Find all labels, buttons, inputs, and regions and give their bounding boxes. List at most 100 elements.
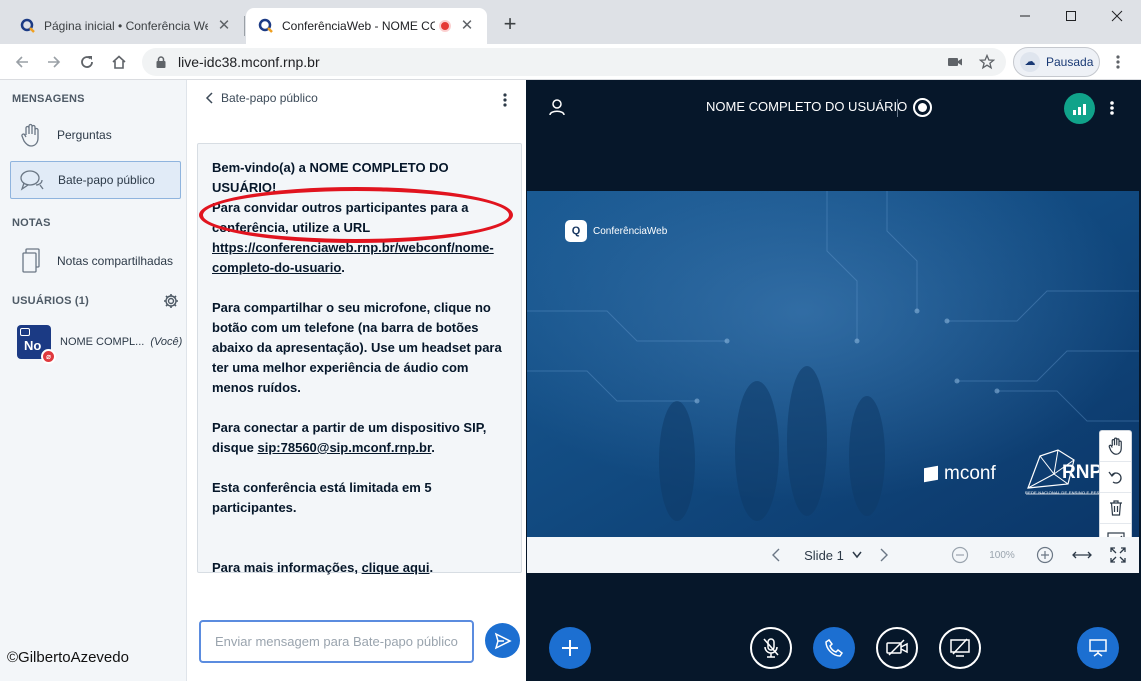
browser-menu-button[interactable] xyxy=(1106,50,1130,74)
minimize-button[interactable] xyxy=(1002,0,1048,32)
reload-button[interactable] xyxy=(75,50,99,74)
tab-title: ConferênciaWeb - NOME CO xyxy=(282,19,435,33)
meeting-options-button[interactable] xyxy=(1104,97,1120,119)
lock-icon xyxy=(156,56,166,68)
mconf-logo: mconf xyxy=(924,463,996,485)
conferencia-web-logo: Q ConferênciaWeb xyxy=(565,220,667,242)
mconf-logo-text: mconf xyxy=(944,463,996,484)
user-icon xyxy=(549,99,565,116)
chat-header[interactable]: Bate-papo público xyxy=(203,91,318,105)
recording-indicator-icon xyxy=(439,20,451,32)
next-slide-button[interactable] xyxy=(875,545,893,565)
welcome-invite-text: Para convidar outros participantes para … xyxy=(212,200,469,235)
zoom-out-button[interactable] xyxy=(950,545,970,565)
back-button[interactable] xyxy=(10,50,34,74)
users-section-title: USUÁRIOS (1) xyxy=(12,295,89,307)
tab-conference[interactable]: ConferênciaWeb - NOME CO ✕ xyxy=(246,8,487,44)
forward-button[interactable] xyxy=(42,50,66,74)
conference-url-link[interactable]: https://conferenciaweb.rnp.br/webconf/no… xyxy=(212,240,494,275)
minimize-icon xyxy=(1020,15,1030,17)
sidebar-item-shared-notes[interactable]: Notas compartilhadas xyxy=(10,242,181,280)
camera-in-use-icon[interactable] xyxy=(943,50,967,74)
presentation-toggle-button[interactable] xyxy=(1077,627,1119,669)
video-camera-icon xyxy=(948,58,962,66)
record-button[interactable] xyxy=(913,98,932,117)
document-icon xyxy=(18,248,44,274)
signal-bar xyxy=(1073,110,1076,115)
chat-message-input[interactable] xyxy=(199,620,474,663)
fullscreen-button[interactable] xyxy=(1108,545,1128,565)
arrow-left-icon xyxy=(15,56,28,68)
presentation-icon xyxy=(1089,639,1107,657)
maximize-icon xyxy=(1066,11,1076,21)
fit-to-width-button[interactable] xyxy=(1071,545,1093,565)
public-chat-panel: Bate-papo público Bem-vindo(a) a NOME CO… xyxy=(187,80,526,681)
tab-home[interactable]: Página inicial • Conferência Web ✕ xyxy=(8,8,244,44)
chevron-left-icon xyxy=(205,92,213,104)
chat-title: Bate-papo público xyxy=(221,91,318,105)
rnp-logo-text: RNP xyxy=(1062,462,1103,483)
sip-address-link[interactable]: sip:78560@sip.mconf.rnp.br xyxy=(258,440,432,455)
gear-icon[interactable] xyxy=(163,293,179,309)
zoom-in-button[interactable] xyxy=(1035,545,1055,565)
browser-tab-strip: Página inicial • Conferência Web ✕ Confe… xyxy=(0,0,1141,44)
star-icon xyxy=(979,54,995,70)
microphone-muted-icon xyxy=(763,638,779,658)
actions-menu-button[interactable] xyxy=(549,627,591,669)
zoom-level: 100% xyxy=(984,545,1020,565)
zoom-value: 100% xyxy=(989,549,1015,561)
signal-bar xyxy=(1083,104,1086,115)
connection-status-button[interactable] xyxy=(1064,93,1095,124)
record-icon xyxy=(918,103,927,112)
more-vertical-icon xyxy=(1110,101,1114,115)
close-icon xyxy=(1111,10,1123,22)
chevron-right-icon xyxy=(880,548,888,562)
participant-limit-text: Esta conferência está limitada em 5 part… xyxy=(212,480,432,515)
pan-tool-button[interactable] xyxy=(1100,431,1131,462)
window-close-button[interactable] xyxy=(1094,0,1140,32)
user-list-toggle-button[interactable] xyxy=(548,98,566,116)
tab-title: Página inicial • Conferência Web xyxy=(44,19,208,33)
signal-bar xyxy=(1078,107,1081,115)
plus-icon xyxy=(562,640,578,656)
more-info-link[interactable]: clique aqui xyxy=(362,560,430,575)
sidebar-item-label: Notas compartilhadas xyxy=(57,254,174,268)
new-tab-button[interactable]: + xyxy=(498,13,522,37)
previous-slide-button[interactable] xyxy=(767,545,785,565)
avatar-initials: No xyxy=(24,338,42,353)
url-text: live-idc38.mconf.rnp.br xyxy=(178,54,320,70)
share-screen-button[interactable] xyxy=(939,627,981,669)
more-vertical-icon xyxy=(503,93,507,107)
meeting-title: NOME COMPLETO DO USUÁRIO xyxy=(706,99,908,114)
close-icon[interactable]: ✕ xyxy=(216,18,232,34)
conferencia-favicon-icon xyxy=(20,18,35,33)
close-icon[interactable]: ✕ xyxy=(459,18,475,34)
sidebar-item-public-chat[interactable]: Bate-papo público xyxy=(10,161,181,199)
tab-divider xyxy=(244,16,245,36)
clear-annotations-button[interactable] xyxy=(1100,493,1131,524)
leave-audio-button[interactable] xyxy=(813,627,855,669)
maximize-button[interactable] xyxy=(1048,0,1094,32)
more-info-text: Para mais informações, xyxy=(212,560,362,575)
avatar: No ⌀ xyxy=(17,325,56,364)
bookmark-star-button[interactable] xyxy=(975,50,999,74)
undo-annotation-button[interactable] xyxy=(1100,462,1131,493)
sidebar-item-questions[interactable]: Perguntas xyxy=(10,116,181,154)
chat-options-button[interactable] xyxy=(497,90,513,110)
fullscreen-icon xyxy=(1110,547,1126,563)
send-message-button[interactable] xyxy=(485,623,520,658)
whiteboard-tools-button[interactable] xyxy=(1100,524,1131,537)
arrow-right-icon xyxy=(48,56,61,68)
chat-icon xyxy=(19,167,45,193)
user-list-sidebar: MENSAGENS Perguntas Bate-papo público NO… xyxy=(0,80,187,681)
share-webcam-button[interactable] xyxy=(876,627,918,669)
profile-button[interactable]: ☁ Pausada xyxy=(1013,47,1100,77)
mute-button[interactable] xyxy=(750,627,792,669)
slide-select[interactable]: Slide 1 xyxy=(799,545,867,565)
hand-icon xyxy=(1108,437,1122,455)
notes-section-title: NOTAS xyxy=(12,217,51,229)
address-bar[interactable]: live-idc38.mconf.rnp.br xyxy=(142,48,1006,76)
home-button[interactable] xyxy=(107,50,131,74)
messages-section-title: MENSAGENS xyxy=(12,93,85,105)
user-list-item[interactable]: No ⌀ NOME COMPL... (Você) xyxy=(10,322,185,364)
